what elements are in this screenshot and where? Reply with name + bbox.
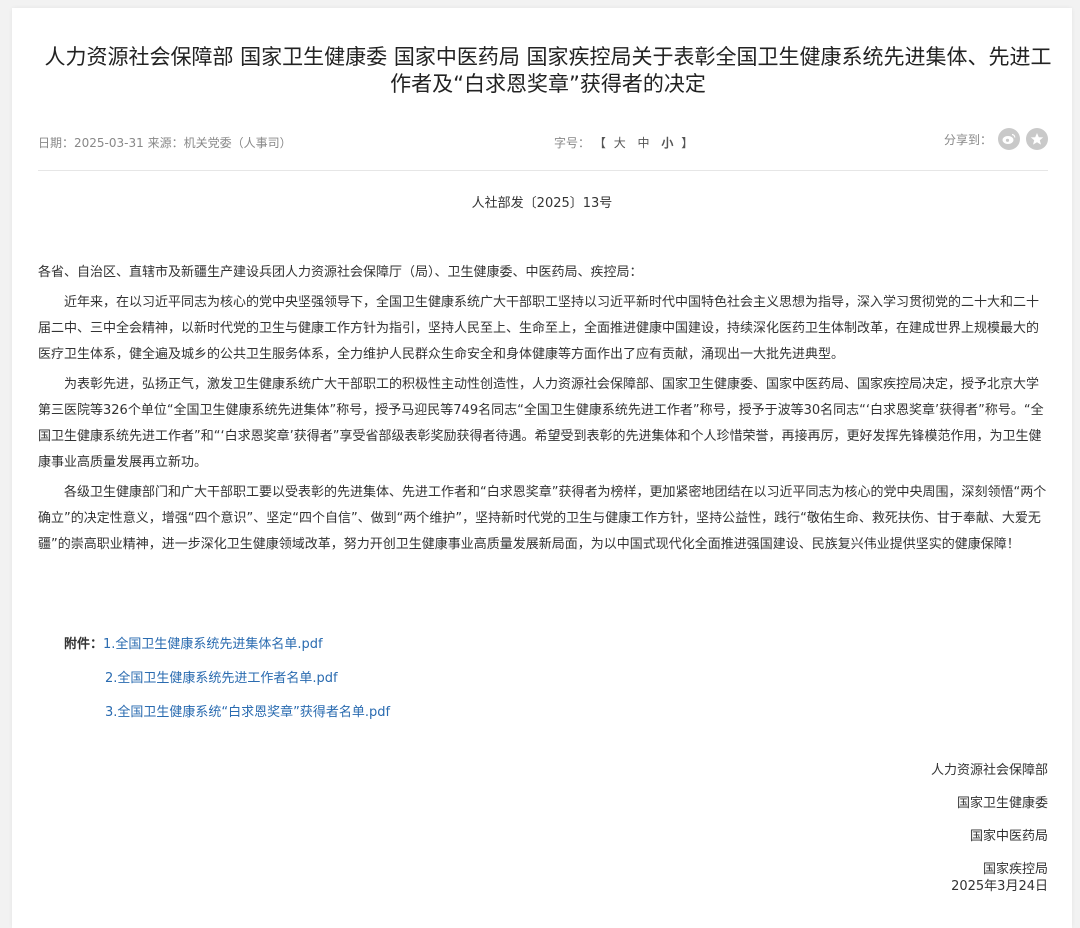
font-size-large-button[interactable]: 大: [614, 136, 626, 150]
weibo-icon[interactable]: [998, 128, 1020, 150]
attachment-link-3[interactable]: 3.全国卫生健康系统“白求恩奖章”获得者名单.pdf: [105, 705, 390, 720]
article-body: 各省、自治区、直辖市及新疆生产建设兵团人力资源社会保障厅（局）、卫生健康委、中医…: [38, 260, 1050, 562]
article-container: 人力资源社会保障部 国家卫生健康委 国家中医药局 国家疾控局关于表彰全国卫生健康…: [12, 8, 1072, 928]
article-meta-info: 日期：2025-03-31 来源：机关党委（人事司）: [38, 134, 292, 151]
signature-org-2: 国家卫生健康委: [956, 796, 1048, 811]
signature-date: 2025年3月24日: [951, 879, 1048, 894]
font-size-medium-button[interactable]: 中: [638, 136, 650, 150]
salutation: 各省、自治区、直辖市及新疆生产建设兵团人力资源社会保障厅（局）、卫生健康委、中医…: [38, 265, 643, 280]
signature-org-3: 国家中医药局: [969, 829, 1048, 844]
paragraph-1: 近年来，在以习近平同志为核心的党中央坚强领导下，全国卫生健康系统广大干部职工坚持…: [38, 295, 1040, 362]
attachment-link-1[interactable]: 1.全国卫生健康系统先进集体名单.pdf: [103, 637, 323, 652]
bracket-close: 】: [681, 136, 694, 150]
document-number: 人社部发〔2025〕13号: [471, 196, 613, 211]
article-meta-bar: 日期：2025-03-31 来源：机关党委（人事司） 字号： 【 大 中 小 】…: [38, 128, 1048, 171]
favorite-icon[interactable]: [1026, 128, 1048, 150]
signature-org-1: 人力资源社会保障部: [930, 763, 1048, 778]
attachments-section: 附件：1.全国卫生健康系统先进集体名单.pdf 2.全国卫生健康系统先进工作者名…: [64, 628, 390, 730]
source-value: 机关党委（人事司）: [183, 136, 292, 150]
font-size-switcher: 字号： 【 大 中 小 】: [554, 134, 693, 151]
source-label: 来源：: [147, 136, 184, 150]
attachments-label: 附件：: [64, 637, 104, 652]
share-bar: 分享到：: [944, 128, 1048, 150]
star-icon-svg: [1030, 133, 1044, 145]
font-size-label: 字号：: [554, 136, 591, 150]
publish-date: 2025-03-31: [74, 136, 144, 150]
bracket-open: 【: [593, 136, 606, 150]
attachment-link-2[interactable]: 2.全国卫生健康系统先进工作者名单.pdf: [105, 671, 338, 686]
article-title: 人力资源社会保障部 国家卫生健康委 国家中医药局 国家疾控局关于表彰全国卫生健康…: [44, 45, 1052, 96]
date-label: 日期：: [38, 136, 75, 150]
paragraph-3: 各级卫生健康部门和广大干部职工要以受表彰的先进集体、先进工作者和“白求恩奖章”获…: [38, 485, 1047, 552]
paragraph-2: 为表彰先进，弘扬正气，激发卫生健康系统广大干部职工的积极性主动性创造性，人力资源…: [38, 377, 1044, 470]
signature-block: 人力资源社会保障部 国家卫生健康委 国家中医药局 国家疾控局 2025年3月24…: [931, 754, 1048, 898]
weibo-icon-svg: [1002, 133, 1016, 144]
font-size-small-button[interactable]: 小: [661, 136, 673, 150]
share-label: 分享到：: [943, 132, 992, 147]
